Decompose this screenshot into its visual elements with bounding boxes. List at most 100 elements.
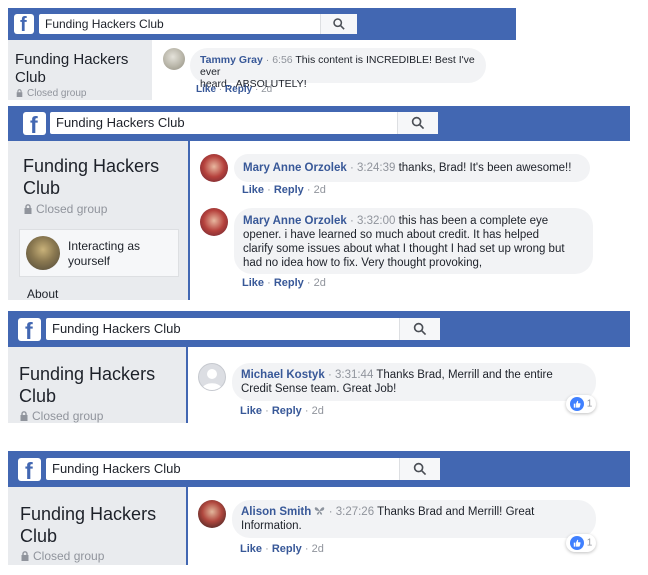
group-sidebar: Funding Hackers Club Closed group Intera… [8, 141, 188, 300]
comment-actions: Like · Reply · 2d [240, 543, 324, 555]
like-thumb-icon [570, 397, 584, 411]
screenshot-panel-2: f Funding Hackers Club Funding Hackers C… [8, 106, 630, 300]
search-bar[interactable]: Funding Hackers Club [46, 458, 440, 480]
comment-timestamp[interactable]: 3:24:39 [357, 162, 395, 174]
thread-line [186, 487, 188, 565]
screenshot-panel-1: f Funding Hackers Club Funding Hackers C… [8, 8, 516, 100]
group-title[interactable]: Funding Hackers Club [19, 364, 155, 407]
comment-author[interactable]: Alison Smith [241, 506, 311, 518]
comment-actions: Like · Reply · 2d [242, 277, 326, 289]
comment-timestamp[interactable]: 3:27:26 [336, 506, 374, 518]
search-bar[interactable]: Funding Hackers Club [39, 14, 357, 34]
comment-age[interactable]: 2d [312, 543, 324, 555]
search-input[interactable]: Funding Hackers Club [52, 321, 181, 336]
facebook-logo-icon[interactable]: f [23, 112, 46, 135]
like-link[interactable]: Like [242, 184, 264, 196]
group-title[interactable]: Funding Hackers Club [15, 51, 128, 87]
facebook-top-bar: f Funding Hackers Club [8, 451, 630, 487]
group-title[interactable]: Funding Hackers Club [23, 156, 159, 199]
search-input[interactable]: Funding Hackers Club [52, 461, 181, 476]
like-thumb-icon [570, 536, 584, 550]
closed-group-label: Closed group [20, 409, 103, 423]
search-button[interactable] [399, 318, 440, 340]
lock-icon [21, 551, 29, 561]
group-title[interactable]: Funding Hackers Club [20, 504, 156, 547]
comment-age[interactable]: 2d [314, 184, 326, 196]
comment-bubble: Alison Smith · 3:27:26 Thanks Brad and M… [232, 500, 596, 538]
facebook-logo-icon[interactable]: f [18, 318, 41, 341]
reply-link[interactable]: Reply [272, 543, 302, 555]
screenshot-panel-4: f Funding Hackers Club Funding Hackers C… [8, 451, 630, 565]
comment-actions: Like · Reply · 2d [196, 84, 273, 95]
comment-author[interactable]: Tammy Gray [200, 54, 263, 66]
search-button[interactable] [320, 14, 357, 34]
search-button[interactable] [397, 112, 438, 134]
like-link[interactable]: Like [240, 543, 262, 555]
facebook-top-bar: f Funding Hackers Club [8, 8, 516, 40]
closed-group-label: Closed group [21, 549, 104, 563]
comment-author[interactable]: Mary Anne Orzolek [243, 162, 347, 174]
reply-link[interactable]: Reply [274, 184, 304, 196]
comment-bubble: Mary Anne Orzolek · 3:32:00 this has bee… [234, 208, 593, 274]
comment-timestamp[interactable]: 3:31:44 [335, 369, 373, 381]
comment-bubble: Michael Kostyk · 3:31:44 Thanks Brad, Me… [232, 363, 596, 401]
interacting-as-box[interactable]: Interacting as yourself [19, 229, 179, 277]
comment-text: thanks, Brad! It's been awesome!! [398, 162, 572, 174]
screenshot-panel-3: f Funding Hackers Club Funding Hackers C… [8, 311, 630, 423]
comment-text: Thanks Brad, Merrill and the entire [376, 369, 553, 381]
comment-text: this has been a complete eye [398, 215, 549, 227]
thread-line [186, 347, 188, 423]
reply-link[interactable]: Reply [225, 84, 252, 95]
group-sidebar: Funding Hackers Club Closed group [8, 487, 186, 565]
facebook-logo-icon[interactable]: f [14, 14, 34, 34]
avatar[interactable] [200, 154, 228, 182]
interacting-as-text: Interacting as yourself [68, 239, 141, 268]
reply-link[interactable]: Reply [274, 277, 304, 289]
avatar [26, 236, 60, 270]
search-input[interactable]: Funding Hackers Club [45, 17, 164, 31]
comment-bubble: Mary Anne Orzolek · 3:24:39 thanks, Brad… [234, 154, 590, 182]
facebook-top-bar: f Funding Hackers Club [8, 311, 630, 347]
search-bar[interactable]: Funding Hackers Club [50, 112, 438, 134]
comment-author[interactable]: Michael Kostyk [241, 369, 325, 381]
comment-actions: Like · Reply · 2d [240, 405, 324, 417]
avatar[interactable] [200, 208, 228, 236]
butterfly-icon [315, 507, 325, 515]
reaction-count[interactable]: 1 [566, 534, 597, 552]
about-link[interactable]: About [27, 287, 58, 300]
search-icon [411, 116, 425, 130]
lock-icon [24, 204, 32, 214]
search-icon [413, 462, 427, 476]
like-link[interactable]: Like [196, 84, 216, 95]
comment-timestamp[interactable]: 3:32:00 [357, 215, 395, 227]
search-input[interactable]: Funding Hackers Club [56, 115, 185, 130]
comment-bubble: Tammy Gray · 6:56 This content is INCRED… [190, 48, 486, 90]
search-bar[interactable]: Funding Hackers Club [46, 318, 440, 340]
search-icon [333, 18, 345, 30]
search-icon [413, 322, 427, 336]
comment-age[interactable]: 2d [314, 277, 326, 289]
facebook-top-bar: f Funding Hackers Club [8, 106, 630, 141]
like-link[interactable]: Like [242, 277, 264, 289]
group-sidebar: Funding Hackers Club Closed group [8, 40, 152, 100]
reaction-count[interactable]: 1 [566, 395, 597, 413]
comment-timestamp[interactable]: 6:56 [272, 54, 292, 66]
comment-author[interactable]: Mary Anne Orzolek [243, 215, 347, 227]
like-link[interactable]: Like [240, 405, 262, 417]
closed-group-label: Closed group [24, 202, 107, 216]
default-user-icon [202, 369, 222, 390]
comment-age[interactable]: 2d [261, 84, 272, 95]
avatar[interactable] [198, 363, 226, 391]
avatar[interactable] [198, 500, 226, 528]
lock-icon [16, 89, 23, 97]
comment-text: Thanks Brad and Merrill! Great [377, 506, 535, 518]
comment-age[interactable]: 2d [312, 405, 324, 417]
search-button[interactable] [399, 458, 440, 480]
lock-icon [20, 411, 28, 421]
closed-group-label: Closed group [16, 88, 86, 99]
group-sidebar: Funding Hackers Club Closed group [8, 347, 186, 423]
facebook-logo-icon[interactable]: f [18, 458, 41, 481]
avatar[interactable] [163, 48, 185, 70]
comment-actions: Like · Reply · 2d [242, 184, 326, 196]
reply-link[interactable]: Reply [272, 405, 302, 417]
